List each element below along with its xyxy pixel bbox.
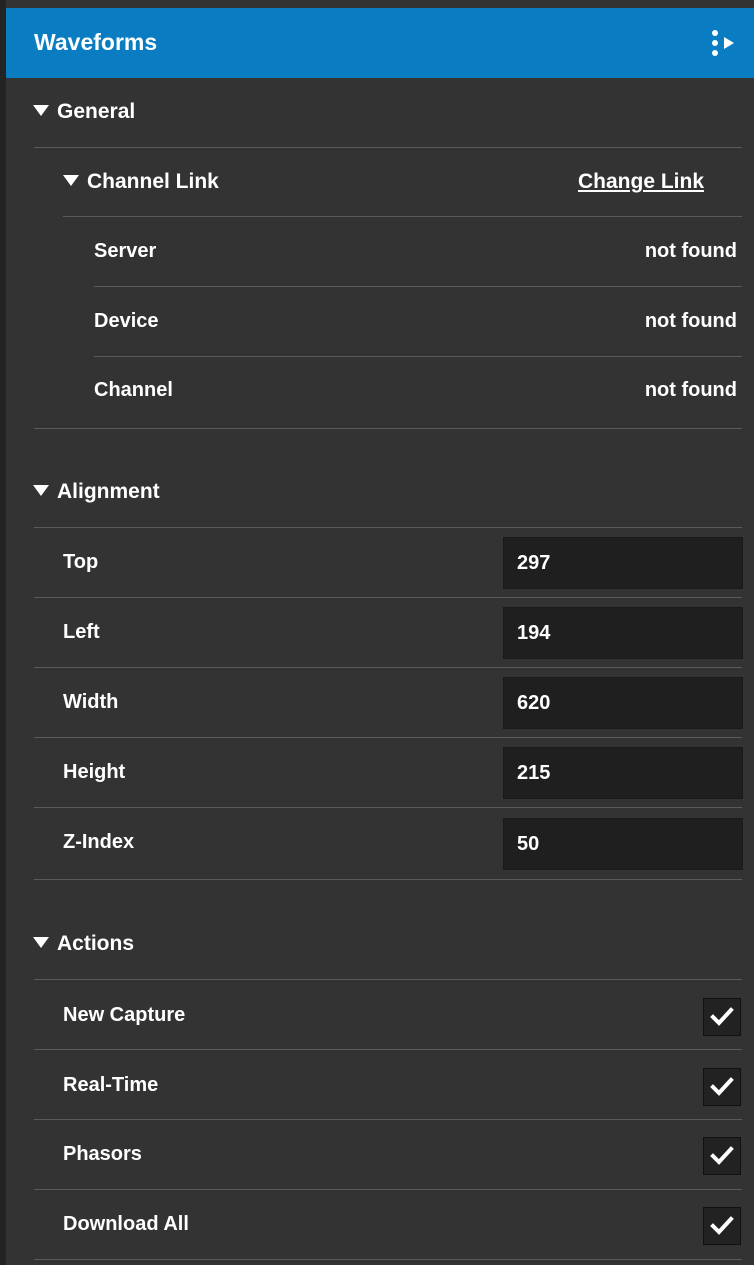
panel-title: Waveforms — [34, 29, 158, 55]
left-label: Left — [63, 621, 100, 643]
top-field-box — [503, 537, 743, 589]
real-time-checkbox[interactable] — [703, 1068, 741, 1106]
divider — [94, 356, 742, 357]
section-heading-channel-link: Channel Link — [87, 170, 219, 193]
checkmark-icon — [710, 1077, 734, 1096]
divider — [34, 807, 742, 808]
dots-arrow-menu-icon — [712, 30, 734, 56]
section-toggle-general[interactable]: General — [33, 98, 135, 126]
panel-menu-button[interactable] — [701, 28, 747, 58]
height-label: Height — [63, 761, 126, 783]
width-field-box — [503, 677, 743, 729]
divider — [94, 286, 742, 287]
divider — [34, 147, 742, 148]
divider — [34, 667, 742, 668]
divider — [34, 879, 742, 880]
section-heading-alignment: Alignment — [57, 480, 160, 503]
left-input[interactable] — [504, 608, 742, 658]
section-toggle-channel-link[interactable]: Channel Link — [63, 168, 219, 196]
device-label: Device — [94, 310, 159, 332]
section-heading-actions: Actions — [57, 932, 135, 955]
divider — [34, 428, 742, 429]
caret-down-icon — [63, 175, 79, 186]
phasors-label: Phasors — [63, 1143, 142, 1165]
top-label: Top — [63, 551, 99, 573]
phasors-checkbox[interactable] — [703, 1137, 741, 1175]
download-all-checkbox[interactable] — [703, 1207, 741, 1245]
divider — [34, 1259, 742, 1260]
divider — [34, 1049, 742, 1050]
z-index-field-box — [503, 818, 743, 870]
checkmark-icon — [710, 1007, 734, 1026]
server-value: not found — [644, 240, 737, 262]
section-toggle-alignment[interactable]: Alignment — [33, 478, 160, 506]
top-input[interactable] — [504, 538, 742, 588]
real-time-label: Real-Time — [63, 1074, 159, 1096]
section-toggle-actions[interactable]: Actions — [33, 930, 134, 958]
caret-down-icon — [33, 937, 49, 948]
z-index-label: Z-Index — [63, 831, 135, 853]
height-input[interactable] — [504, 748, 742, 798]
section-heading-general: General — [57, 100, 136, 123]
left-field-box — [503, 607, 743, 659]
server-label: Server — [94, 240, 157, 262]
divider — [34, 979, 742, 980]
new-capture-label: New Capture — [63, 1004, 186, 1026]
divider — [34, 597, 742, 598]
divider — [34, 1119, 742, 1120]
checkmark-icon — [710, 1216, 734, 1235]
channel-label: Channel — [94, 379, 173, 401]
waveforms-panel: Waveforms General Channel Link Change Li… — [0, 0, 754, 1265]
divider — [34, 1189, 742, 1190]
width-input[interactable] — [504, 678, 742, 728]
caret-down-icon — [33, 485, 49, 496]
checkmark-icon — [710, 1146, 734, 1165]
height-field-box — [503, 747, 743, 799]
divider — [34, 527, 742, 528]
panel-header: Waveforms — [6, 8, 754, 78]
new-capture-checkbox[interactable] — [703, 998, 741, 1036]
z-index-input[interactable] — [504, 819, 742, 869]
divider — [34, 737, 742, 738]
caret-down-icon — [33, 105, 49, 116]
change-link-button[interactable]: Change Link — [578, 168, 704, 196]
channel-value: not found — [644, 379, 737, 401]
width-label: Width — [63, 691, 119, 713]
device-value: not found — [644, 310, 737, 332]
download-all-label: Download All — [63, 1213, 189, 1235]
divider — [63, 216, 742, 217]
